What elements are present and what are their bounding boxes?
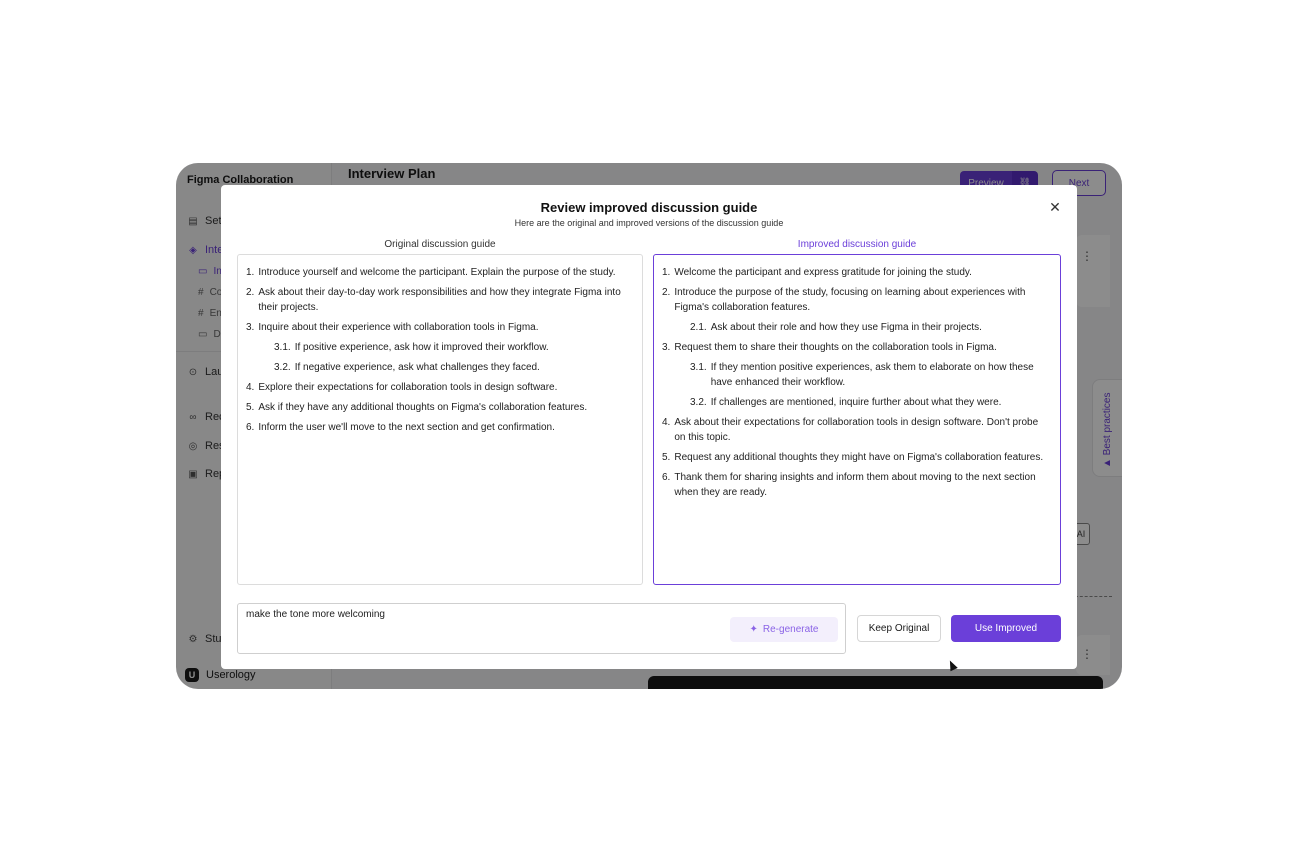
item-number: 1.: [246, 267, 255, 278]
improved-guide-panel[interactable]: 1. Welcome the participant and express gr…: [653, 254, 1061, 585]
item-text: Explore their expectations for collabora…: [258, 382, 558, 393]
item-number: 3.2.: [690, 397, 707, 408]
item-text: Ask if they have any additional thoughts…: [258, 402, 588, 413]
guide-list-item: 2. Introduce the purpose of the study, fo…: [662, 285, 1052, 315]
item-text: Ask about their role and how they use Fi…: [710, 322, 982, 333]
sparkle-icon: ✦: [749, 624, 758, 635]
prompt-text[interactable]: make the tone more welcoming: [246, 609, 385, 620]
guide-list-item: 5. Request any additional thoughts they m…: [662, 450, 1052, 465]
item-number: 1.: [662, 267, 671, 278]
guide-list-item: 3.2. If negative experience, ask what cha…: [246, 360, 634, 375]
dialog-title: Review improved discussion guide: [540, 200, 758, 215]
guide-list-item: 3. Request them to share their thoughts o…: [662, 340, 1052, 355]
item-number: 3.: [662, 342, 671, 353]
guide-list-item: 3. Inquire about their experience with co…: [246, 320, 634, 335]
use-improved-button[interactable]: Use Improved: [951, 615, 1061, 642]
original-guide-panel[interactable]: 1. Introduce yourself and welcome the par…: [237, 254, 643, 585]
item-text: If challenges are mentioned, inquire fur…: [710, 397, 1002, 408]
guide-list-item: 6. Inform the user we'll move to the next…: [246, 420, 634, 435]
item-text: Ask about their day-to-day work responsi…: [258, 287, 621, 313]
guide-list-item: 3.1. If they mention positive experiences…: [662, 360, 1052, 390]
close-icon[interactable]: ✕: [1047, 199, 1063, 215]
item-number: 2.: [662, 287, 671, 298]
item-text: Ask about their expectations for collabo…: [674, 417, 1039, 443]
guide-list-item: 2.1. Ask about their role and how they us…: [662, 320, 1052, 335]
item-text: If negative experience, ask what challen…: [294, 362, 540, 373]
dialog-subtitle: Here are the original and improved versi…: [514, 218, 784, 228]
review-guide-dialog: Review improved discussion guide Here ar…: [221, 185, 1077, 669]
guide-list-item: 3.2. If challenges are mentioned, inquire…: [662, 395, 1052, 410]
item-number: 4.: [662, 417, 671, 428]
keep-original-button[interactable]: Keep Original: [857, 615, 941, 642]
item-number: 4.: [246, 382, 255, 393]
item-text: If positive experience, ask how it impro…: [294, 342, 549, 353]
guide-list-item: 4. Explore their expectations for collabo…: [246, 380, 634, 395]
item-text: If they mention positive experiences, as…: [710, 362, 1034, 388]
guide-list-item: 1. Introduce yourself and welcome the par…: [246, 265, 634, 280]
item-number: 2.1.: [690, 322, 707, 333]
guide-list-item: 1. Welcome the participant and express gr…: [662, 265, 1052, 280]
item-number: 3.1.: [274, 342, 291, 353]
improved-guide-heading: Improved discussion guide: [797, 239, 917, 250]
item-text: Welcome the participant and express grat…: [674, 267, 972, 278]
item-number: 5.: [246, 402, 255, 413]
item-number: 3.2.: [274, 362, 291, 373]
item-number: 6.: [662, 472, 671, 483]
item-text: Thank them for sharing insights and info…: [674, 472, 1036, 498]
guide-list-item: 2. Ask about their day-to-day work respon…: [246, 285, 634, 315]
item-text: Request any additional thoughts they mig…: [674, 452, 1044, 463]
item-text: Introduce the purpose of the study, focu…: [674, 287, 1026, 313]
item-text: Inform the user we'll move to the next s…: [258, 422, 555, 433]
item-text: Request them to share their thoughts on …: [674, 342, 997, 353]
regenerate-button[interactable]: ✦ Re-generate: [730, 617, 838, 642]
item-number: 2.: [246, 287, 255, 298]
guide-list-item: 4. Ask about their expectations for colla…: [662, 415, 1052, 445]
item-text: Introduce yourself and welcome the parti…: [258, 267, 616, 278]
guide-list-item: 3.1. If positive experience, ask how it i…: [246, 340, 634, 355]
item-number: 3.: [246, 322, 255, 333]
item-text: Inquire about their experience with coll…: [258, 322, 539, 333]
regenerate-label: Re-generate: [762, 624, 819, 635]
guide-list-item: 5. Ask if they have any additional though…: [246, 400, 634, 415]
item-number: 6.: [246, 422, 255, 433]
refine-prompt-input[interactable]: make the tone more welcoming ✦ Re-genera…: [237, 603, 846, 654]
guide-list-item: 6. Thank them for sharing insights and in…: [662, 470, 1052, 500]
item-number: 5.: [662, 452, 671, 463]
original-guide-heading: Original discussion guide: [384, 239, 496, 250]
item-number: 3.1.: [690, 362, 707, 373]
